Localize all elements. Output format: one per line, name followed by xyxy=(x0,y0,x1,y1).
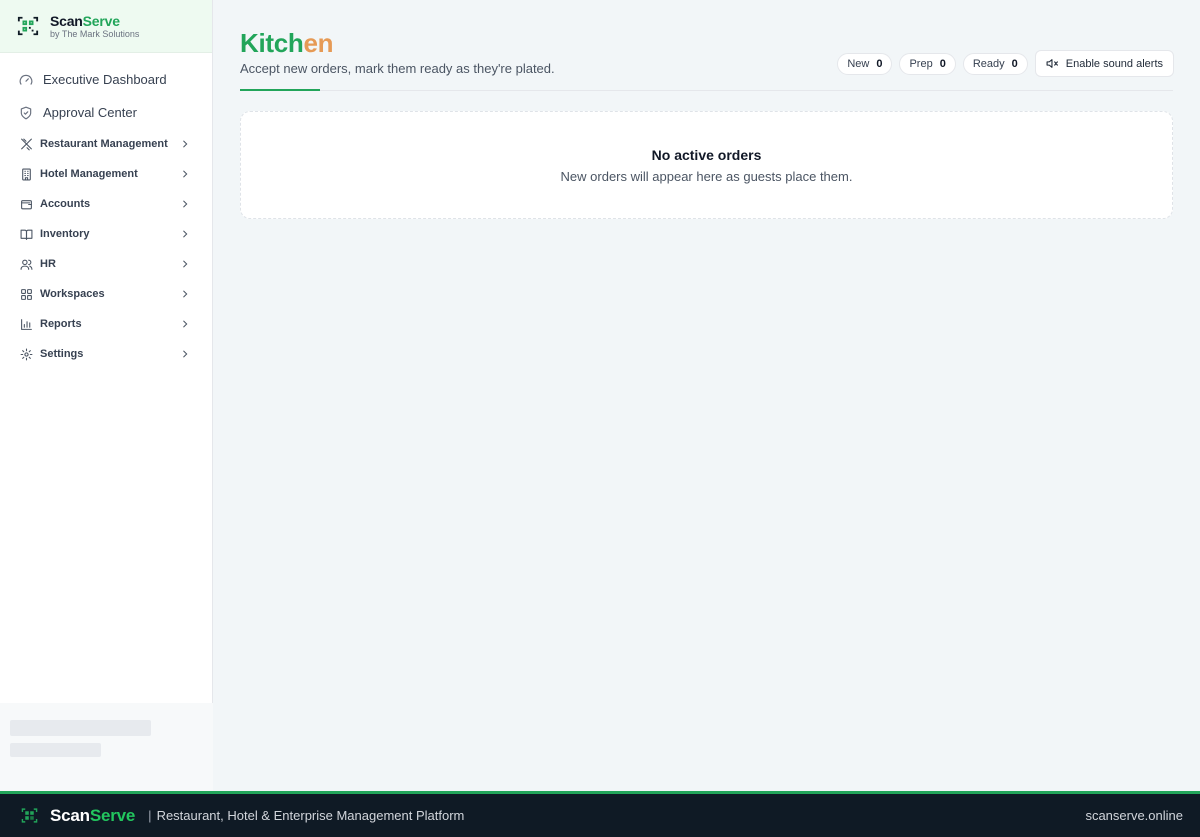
sidebar-nav: Executive Dashboard Approval Center Rest… xyxy=(0,53,212,369)
grid-icon xyxy=(21,288,32,300)
sound-alerts-label: Enable sound alerts xyxy=(1065,57,1163,70)
sidebar-item-label: Approval Center xyxy=(43,105,137,120)
sidebar-item-label: Restaurant Management xyxy=(40,138,168,150)
chevron-right-icon xyxy=(183,140,188,148)
chevron-right-icon xyxy=(183,260,188,268)
sidebar-item-executive-dashboard[interactable]: Executive Dashboard xyxy=(0,63,212,96)
footer: ScanServe | Restaurant, Hotel & Enterpri… xyxy=(0,791,1200,837)
sidebar-item-accounts[interactable]: Accounts xyxy=(0,189,212,219)
status-label: Ready xyxy=(972,57,1005,70)
sidebar-item-label: Settings xyxy=(40,348,84,360)
brand-name: ScanServe xyxy=(50,14,139,28)
user-profile-skeleton xyxy=(0,703,213,791)
main-content: Kitchen Accept new orders, mark them rea… xyxy=(213,0,1200,791)
dashboard-gauge-icon xyxy=(19,74,33,85)
chevron-right-icon xyxy=(183,290,188,298)
footer-brand-part2: Serve xyxy=(89,805,136,825)
sidebar: ScanServe by The Mark Solutions Executiv… xyxy=(0,0,213,791)
sidebar-item-label: Accounts xyxy=(40,198,91,210)
brand-name-part2: Serve xyxy=(82,12,120,29)
volume-mute-icon xyxy=(1046,59,1058,68)
empty-state-title: No active orders xyxy=(651,147,762,163)
order-status-bar: New 0 Prep 0 Ready 0 Enable sound alerts xyxy=(837,50,1174,77)
users-icon xyxy=(20,259,33,270)
gear-icon xyxy=(20,348,33,360)
chevron-right-icon xyxy=(183,170,188,178)
skeleton-line xyxy=(10,743,101,757)
status-count: 0 xyxy=(1011,57,1018,70)
page-subtitle: Accept new orders, mark them ready as th… xyxy=(240,61,555,76)
footer-separator: | xyxy=(148,808,152,823)
book-open-icon xyxy=(20,229,33,240)
page-title-part1: Kitch xyxy=(240,28,304,58)
status-label: Prep xyxy=(909,57,933,70)
empty-state-subtitle: New orders will appear here as guests pl… xyxy=(560,169,853,184)
enable-sound-alerts-button[interactable]: Enable sound alerts xyxy=(1034,50,1174,77)
header-accent-underline xyxy=(240,89,320,91)
sidebar-item-hotel-management[interactable]: Hotel Management xyxy=(0,159,212,189)
header-divider xyxy=(240,90,1173,91)
chevron-right-icon xyxy=(183,200,188,208)
sidebar-item-label: Hotel Management xyxy=(40,168,138,180)
status-badge-prep[interactable]: Prep 0 xyxy=(899,52,956,75)
sidebar-item-hr[interactable]: HR xyxy=(0,249,212,279)
sidebar-item-restaurant-management[interactable]: Restaurant Management xyxy=(0,129,212,159)
sidebar-item-settings[interactable]: Settings xyxy=(0,339,212,369)
brand-subtitle: by The Mark Solutions xyxy=(50,28,140,39)
footer-site-link[interactable]: scanserve.online xyxy=(1085,808,1183,823)
wallet-icon xyxy=(21,199,32,209)
page-title-part2: en xyxy=(303,28,334,58)
chevron-right-icon xyxy=(183,230,188,238)
status-count: 0 xyxy=(939,57,946,70)
sidebar-item-label: Workspaces xyxy=(40,288,105,300)
building-icon xyxy=(22,168,31,180)
brand-header[interactable]: ScanServe by The Mark Solutions xyxy=(0,0,212,53)
footer-brand-part1: Scan xyxy=(50,805,90,825)
sidebar-item-label: Inventory xyxy=(40,228,90,240)
bar-chart-icon xyxy=(21,318,32,330)
utensils-icon xyxy=(21,138,32,150)
shield-check-icon xyxy=(20,106,32,119)
sidebar-item-workspaces[interactable]: Workspaces xyxy=(0,279,212,309)
brand-name-part1: Scan xyxy=(50,12,83,29)
sidebar-item-approval-center[interactable]: Approval Center xyxy=(0,96,212,129)
chevron-right-icon xyxy=(183,320,188,328)
empty-orders-card: No active orders New orders will appear … xyxy=(240,111,1173,219)
footer-brand[interactable]: ScanServe xyxy=(50,806,135,826)
sidebar-item-inventory[interactable]: Inventory xyxy=(0,219,212,249)
sidebar-item-label: HR xyxy=(40,258,56,270)
sidebar-item-label: Executive Dashboard xyxy=(43,72,167,87)
footer-tagline: Restaurant, Hotel & Enterprise Managemen… xyxy=(156,808,465,823)
qr-logo-icon xyxy=(21,808,38,823)
status-badge-new[interactable]: New 0 xyxy=(837,52,893,75)
chevron-right-icon xyxy=(183,350,188,358)
sidebar-item-label: Reports xyxy=(40,318,82,330)
page-title: Kitchen xyxy=(240,28,334,59)
skeleton-line xyxy=(10,720,151,736)
status-label: New xyxy=(847,57,870,70)
qr-logo-icon xyxy=(17,16,39,36)
sidebar-item-reports[interactable]: Reports xyxy=(0,309,212,339)
status-count: 0 xyxy=(876,57,883,70)
status-badge-ready[interactable]: Ready 0 xyxy=(962,52,1028,75)
